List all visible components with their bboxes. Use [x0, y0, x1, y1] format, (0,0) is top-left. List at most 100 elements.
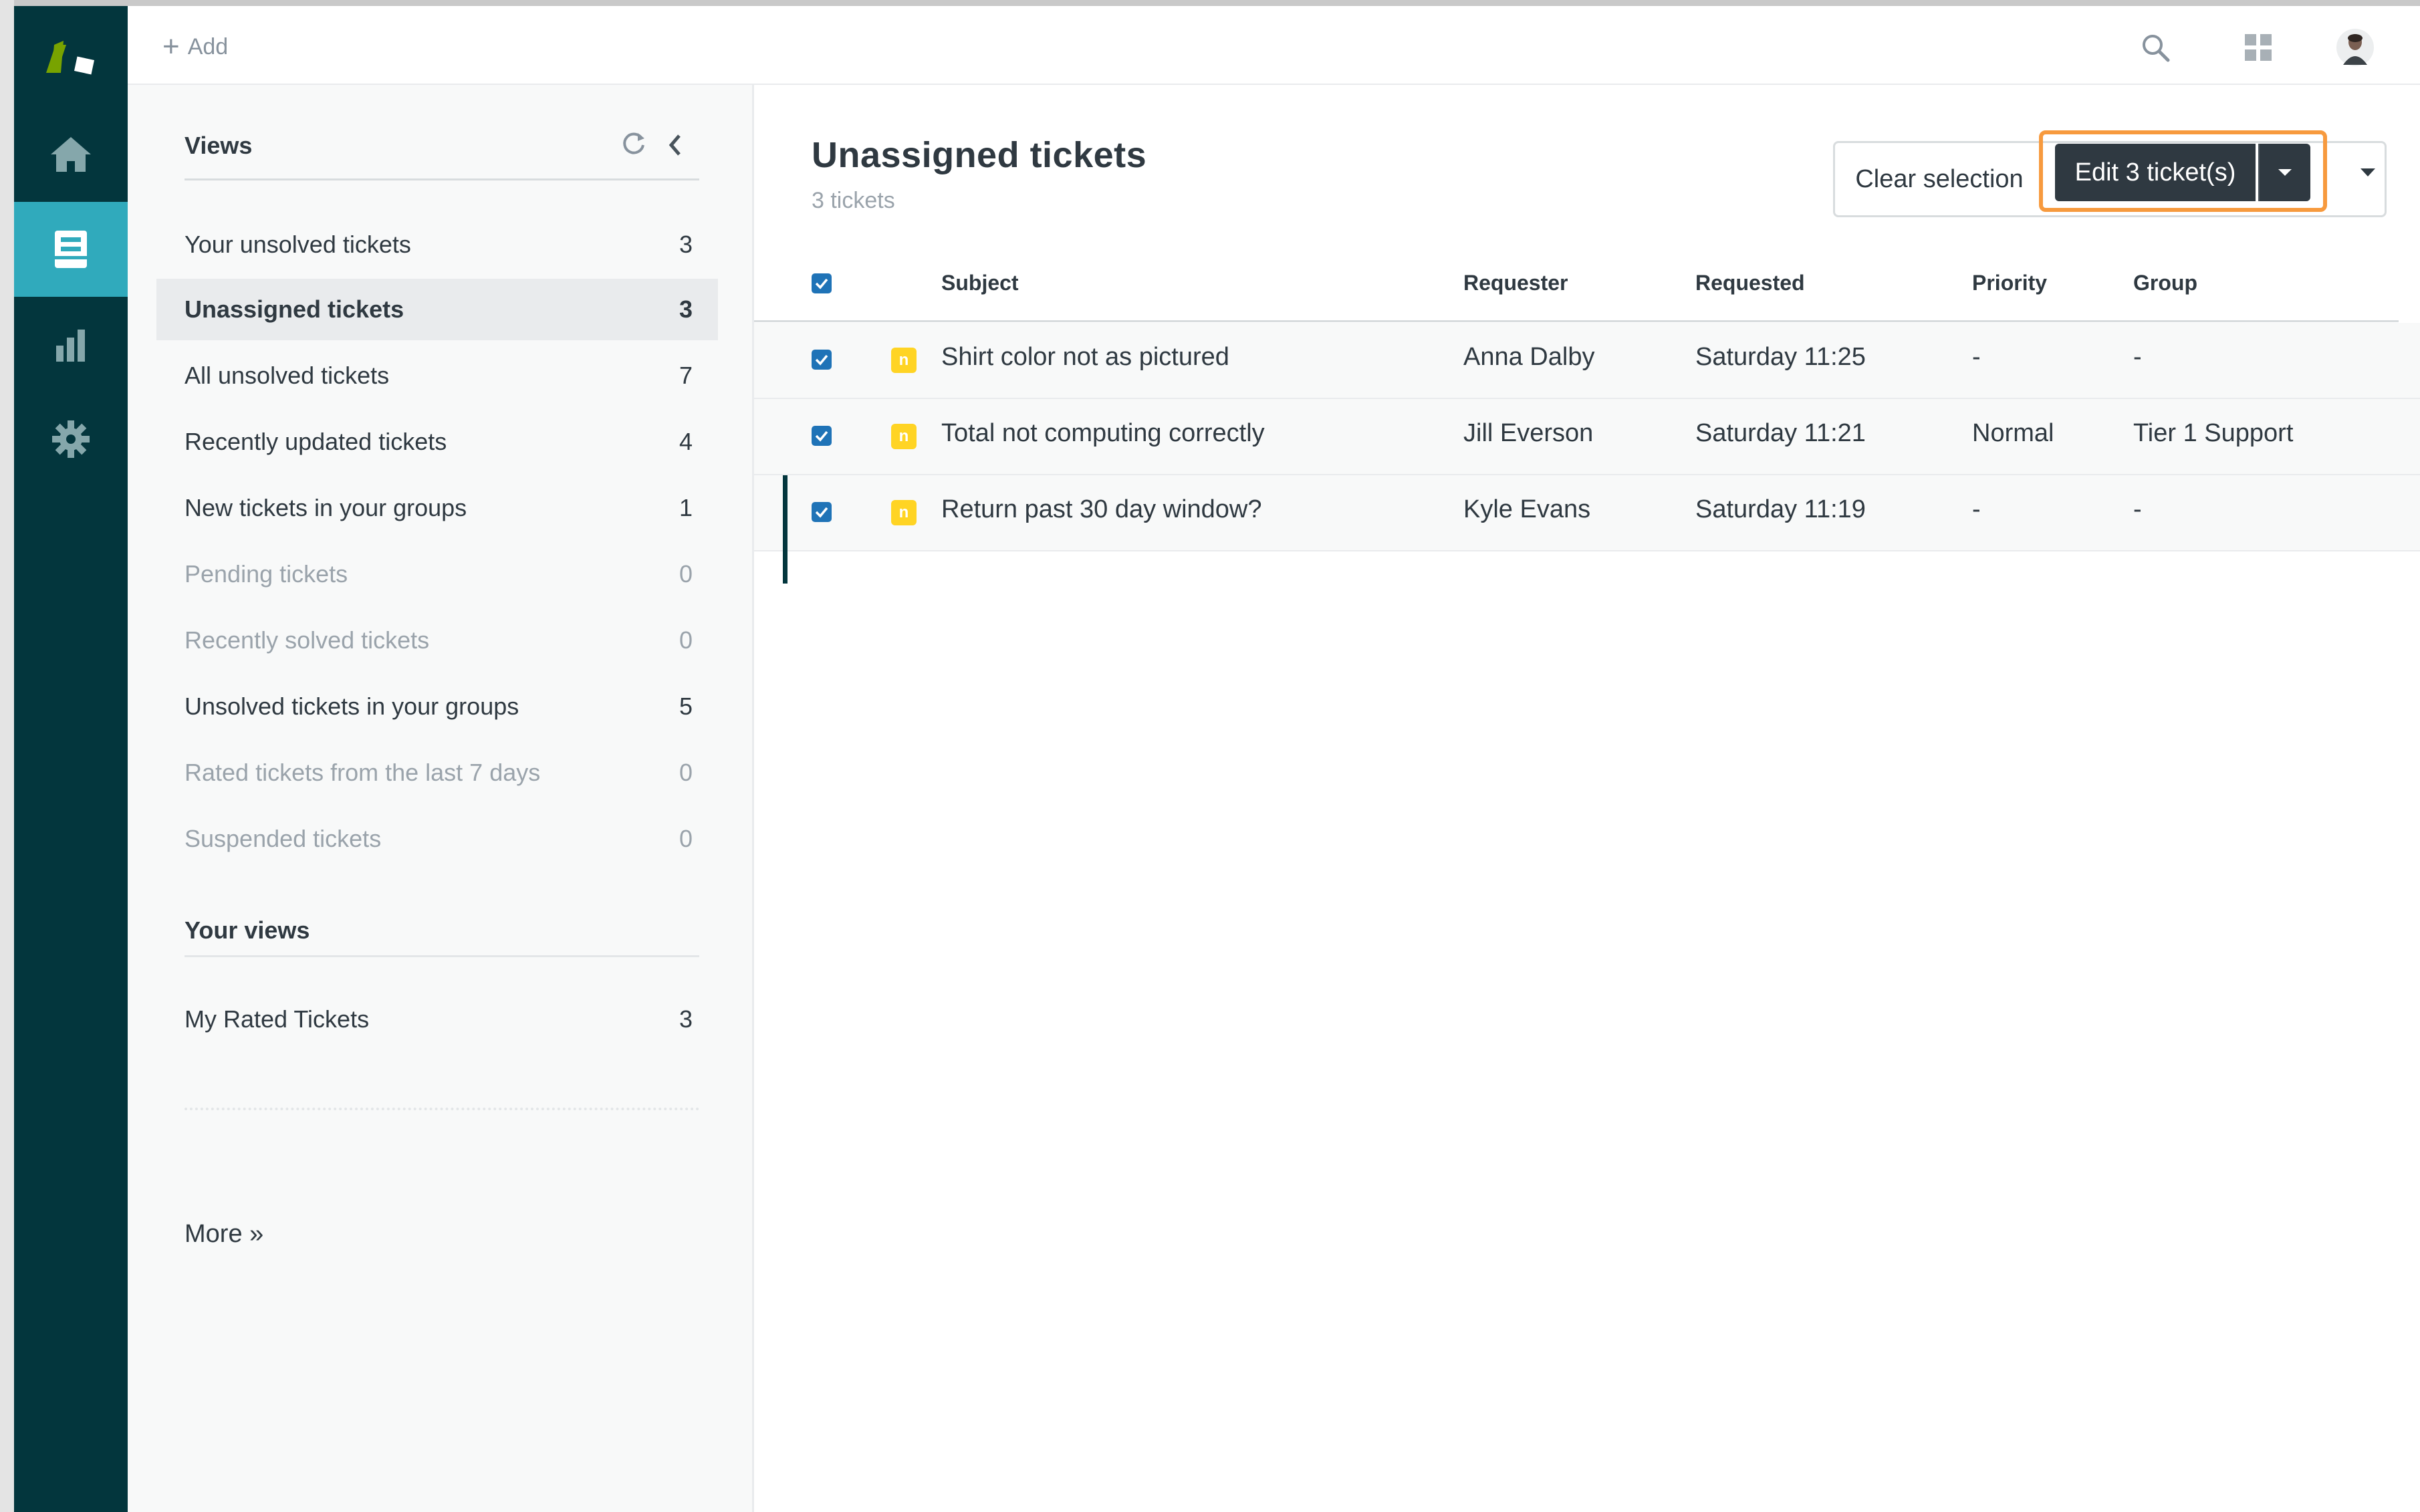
app-window: + Add Views Your unsolved tickets 3 Unas…: [0, 0, 2420, 1512]
view-item-unassigned[interactable]: Unassigned tickets 3: [156, 279, 718, 340]
rail-views[interactable]: [14, 202, 128, 297]
ticket-requester: Kyle Evans: [1463, 495, 1591, 523]
status-new-icon: n: [891, 348, 917, 373]
row-checkbox[interactable]: [812, 350, 832, 370]
ticket-subject[interactable]: Total not computing correctly: [941, 419, 1265, 448]
select-all-checkbox[interactable]: [812, 273, 832, 293]
edit-button-highlight: [2039, 130, 2327, 212]
view-label: Unassigned tickets: [185, 295, 404, 323]
window-left-border: [0, 0, 14, 1512]
view-item-your-unsolved[interactable]: Your unsolved tickets 3: [156, 214, 718, 275]
view-item-recently-updated[interactable]: Recently updated tickets 4: [156, 411, 718, 473]
rail-home[interactable]: [14, 107, 128, 202]
view-label: New tickets in your groups: [185, 494, 467, 521]
table-row[interactable]: n Total not computing correctly Jill Eve…: [754, 399, 2420, 475]
view-item-pending[interactable]: Pending tickets 0: [156, 543, 718, 605]
row-checkbox[interactable]: [812, 426, 832, 446]
view-item-all-unsolved[interactable]: All unsolved tickets 7: [156, 345, 718, 406]
view-count: 5: [679, 692, 693, 720]
view-item-unsolved-in-groups[interactable]: Unsolved tickets in your groups 5: [156, 676, 718, 737]
plus-icon: +: [162, 30, 180, 63]
view-count: 3: [679, 231, 693, 258]
apps-grid-icon: [2245, 34, 2272, 61]
your-views-title: Your views: [185, 916, 310, 944]
views-title: Views: [185, 132, 253, 159]
view-count: 0: [679, 825, 693, 852]
ticket-requester: Anna Dalby: [1463, 343, 1595, 371]
column-group[interactable]: Group: [2133, 271, 2197, 295]
view-count: 7: [679, 362, 693, 389]
view-count: 0: [679, 560, 693, 588]
ticket-group: -: [2133, 343, 2142, 371]
zendesk-logo[interactable]: [14, 6, 128, 106]
view-label: Recently solved tickets: [185, 626, 430, 654]
column-subject[interactable]: Subject: [941, 271, 1019, 295]
view-count: 4: [679, 428, 693, 455]
table-row[interactable]: n Return past 30 day window? Kyle Evans …: [754, 475, 2420, 584]
view-count: 0: [679, 626, 693, 654]
view-count: 1: [679, 494, 693, 521]
view-item-my-rated-tickets[interactable]: My Rated Tickets 3: [156, 989, 718, 1050]
ticket-subject[interactable]: Shirt color not as pictured: [941, 343, 1229, 372]
gear-icon: [52, 420, 90, 458]
refresh-icon[interactable]: [619, 129, 652, 162]
check-icon: [815, 430, 828, 442]
view-item-rated-last-7-days[interactable]: Rated tickets from the last 7 days 0: [156, 742, 718, 803]
view-item-recently-solved[interactable]: Recently solved tickets 0: [156, 610, 718, 671]
view-label: My Rated Tickets: [185, 1005, 370, 1033]
search-icon: [2143, 35, 2170, 62]
home-icon: [51, 137, 91, 172]
ticket-requested: Saturday 11:21: [1695, 419, 1866, 447]
ticket-priority: -: [1972, 495, 1981, 523]
view-count: 0: [679, 759, 693, 786]
chevron-left-icon[interactable]: [660, 130, 694, 164]
column-requested[interactable]: Requested: [1695, 271, 1805, 295]
view-item-new-in-groups[interactable]: New tickets in your groups 1: [156, 477, 718, 539]
more-views-link[interactable]: More »: [185, 1220, 263, 1249]
view-item-suspended[interactable]: Suspended tickets 0: [156, 808, 718, 870]
ticket-subject[interactable]: Return past 30 day window?: [941, 495, 1262, 524]
add-label: Add: [187, 33, 229, 59]
view-label: Rated tickets from the last 7 days: [185, 759, 541, 786]
product-tray-button[interactable]: [2238, 27, 2278, 68]
rail-admin[interactable]: [14, 392, 128, 487]
ticket-requested: Saturday 11:25: [1695, 343, 1866, 371]
your-views-header: Your views: [185, 916, 699, 957]
chevron-down-icon: [2361, 168, 2375, 176]
status-new-icon: n: [891, 500, 917, 525]
divider: [185, 1108, 699, 1110]
top-bar: + Add: [128, 6, 2420, 85]
window-top-border: [0, 0, 2420, 6]
view-options-button[interactable]: [2348, 144, 2388, 201]
page-title: Unassigned tickets: [812, 135, 1147, 175]
view-count: 3: [679, 1005, 693, 1033]
ticket-group: Tier 1 Support: [2133, 419, 2294, 447]
ticket-group: -: [2133, 495, 2142, 523]
view-label: Your unsolved tickets: [185, 231, 411, 258]
views-panel: Views Your unsolved tickets 3 Unassigned…: [128, 85, 754, 1512]
rail-reporting[interactable]: [14, 297, 128, 392]
status-new-icon: n: [891, 424, 917, 449]
clear-selection-button[interactable]: Clear selection: [1833, 141, 2046, 217]
view-label: Pending tickets: [185, 560, 348, 588]
column-priority[interactable]: Priority: [1972, 271, 2047, 295]
add-button[interactable]: + Add: [162, 30, 228, 64]
ticket-count: 3 tickets: [812, 188, 895, 213]
check-icon: [815, 507, 828, 518]
ticket-requested: Saturday 11:19: [1695, 495, 1866, 523]
bar-chart-icon: [56, 330, 85, 362]
nav-rail: [14, 6, 128, 1512]
user-avatar[interactable]: [2335, 27, 2375, 68]
views-header: Views: [185, 132, 699, 180]
search-button[interactable]: [2135, 27, 2175, 68]
ticket-priority: Normal: [1972, 419, 2054, 447]
check-icon: [815, 278, 828, 289]
table-row[interactable]: n Shirt color not as pictured Anna Dalby…: [754, 323, 2420, 399]
check-icon: [815, 354, 828, 366]
row-checkbox[interactable]: [812, 502, 832, 522]
view-label: All unsolved tickets: [185, 362, 390, 389]
view-label: Suspended tickets: [185, 825, 382, 852]
column-requester[interactable]: Requester: [1463, 271, 1568, 295]
table-header: Subject Requester Requested Priority Gro…: [754, 247, 2399, 322]
main-panel: Unassigned tickets 3 tickets Clear selec…: [754, 85, 2420, 1512]
